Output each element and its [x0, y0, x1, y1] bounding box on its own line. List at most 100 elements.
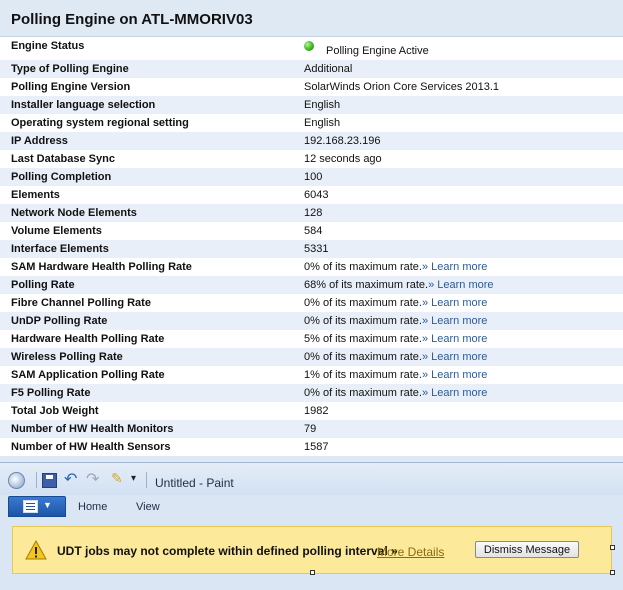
save-icon[interactable] — [42, 473, 57, 488]
resize-handle[interactable] — [610, 570, 615, 575]
row-label: Number of HW Health Sensors — [11, 441, 171, 453]
panel-header: Polling Engine on ATL-MMORIV03 — [0, 0, 623, 37]
engine-details-table: Engine Status Polling Engine Active Type… — [0, 38, 623, 456]
row-value-text: 1587 — [304, 441, 329, 453]
row-label: Last Database Sync — [11, 153, 115, 165]
row-value: 5% of its maximum rate.» Learn more — [304, 333, 487, 345]
table-row: Polling Engine Version SolarWinds Orion C… — [0, 78, 623, 96]
table-row: Type of Polling Engine Additional — [0, 60, 623, 78]
row-label: SAM Hardware Health Polling Rate — [11, 261, 192, 273]
row-value-text: 0% of its maximum rate. — [304, 351, 422, 363]
row-value: Additional — [304, 63, 352, 75]
row-value-text: 128 — [304, 207, 323, 219]
dismiss-message-button[interactable]: Dismiss Message — [475, 541, 579, 558]
row-label: Hardware Health Polling Rate — [11, 333, 165, 345]
row-value: 12 seconds ago — [304, 153, 382, 165]
resize-handle[interactable] — [610, 545, 615, 550]
notification-text: UDT jobs may not complete within defined… — [57, 544, 388, 558]
learn-more-link[interactable]: » Learn more — [422, 387, 487, 399]
row-value-text: 12 seconds ago — [304, 153, 382, 165]
row-label: Wireless Polling Rate — [11, 351, 123, 363]
learn-more-link[interactable]: » Learn more — [428, 279, 493, 291]
redo-icon[interactable]: ↷ — [86, 469, 99, 488]
app-menu-button[interactable]: ▼ — [8, 496, 66, 517]
app-menu-icon — [23, 500, 38, 513]
row-label: Polling Engine Version — [11, 81, 131, 93]
table-row: Engine Status Polling Engine Active — [0, 38, 623, 60]
row-label: Operating system regional setting — [11, 117, 189, 129]
customize-icon[interactable]: ✎ — [111, 470, 123, 486]
table-row: Hardware Health Polling Rate 5% of its ma… — [0, 330, 623, 348]
row-label: Network Node Elements — [11, 207, 137, 219]
row-value-text: 68% of its maximum rate. — [304, 279, 429, 291]
row-value-text: 5% of its maximum rate. — [304, 333, 422, 345]
table-row: IP Address 192.168.23.196 — [0, 132, 623, 150]
learn-more-link[interactable]: » Learn more — [422, 333, 487, 345]
undo-icon[interactable]: ↶ — [64, 469, 77, 488]
learn-more-link[interactable]: » Learn more — [422, 351, 487, 363]
table-row: Wireless Polling Rate 0% of its maximum r… — [0, 348, 623, 366]
tab-home[interactable]: Home — [78, 501, 107, 513]
row-value: 0% of its maximum rate.» Learn more — [304, 315, 487, 327]
row-value-text: 0% of its maximum rate. — [304, 315, 422, 327]
row-value: 6043 — [304, 189, 328, 201]
learn-more-link[interactable]: » Learn more — [422, 297, 487, 309]
learn-more-link[interactable]: » Learn more — [422, 315, 487, 327]
row-value: SolarWinds Orion Core Services 2013.1 — [304, 81, 499, 93]
table-row: Fibre Channel Polling Rate 0% of its maxi… — [0, 294, 623, 312]
paint-titlebar: ↶ ↷ ✎ ▾ Untitled - Paint — [0, 463, 623, 495]
row-value: 79 — [304, 423, 316, 435]
quick-access-dropdown-icon[interactable]: ▾ — [131, 473, 136, 487]
row-value-text: 0% of its maximum rate. — [304, 261, 422, 273]
row-value-text: 584 — [304, 225, 323, 237]
table-row: Elements 6043 — [0, 186, 623, 204]
row-label: Type of Polling Engine — [11, 63, 129, 75]
paint-app-icon[interactable] — [8, 472, 25, 489]
polling-engine-panel: Polling Engine on ATL-MMORIV03 Engine St… — [0, 0, 623, 462]
table-row: Installer language selection English — [0, 96, 623, 114]
tab-view[interactable]: View — [136, 501, 160, 513]
learn-more-link[interactable]: » Learn more — [422, 369, 487, 381]
table-row: Total Job Weight 1982 — [0, 402, 623, 420]
row-value-text: 79 — [304, 423, 317, 435]
row-value: 0% of its maximum rate.» Learn more — [304, 297, 487, 309]
notification-bar: UDT jobs may not complete within defined… — [12, 526, 612, 574]
row-value: 0% of its maximum rate.» Learn more — [304, 387, 487, 399]
row-value: 100 — [304, 171, 322, 183]
row-value: English — [304, 117, 340, 129]
row-value-text: 192.168.23.196 — [304, 135, 381, 147]
notification-message: UDT jobs may not complete within defined… — [57, 544, 398, 558]
learn-more-link[interactable]: » Learn more — [422, 261, 487, 273]
row-label: Fibre Channel Polling Rate — [11, 297, 151, 309]
status-ok-icon — [304, 41, 314, 51]
row-value: 1587 — [304, 441, 328, 453]
more-details-link[interactable]: More Details — [377, 545, 444, 559]
row-value-text: 6043 — [304, 189, 329, 201]
toolbar-separator — [146, 472, 147, 488]
row-value: 0% of its maximum rate.» Learn more — [304, 261, 487, 273]
row-label: Elements — [11, 189, 60, 201]
table-row: Interface Elements 5331 — [0, 240, 623, 258]
row-value-text: 1982 — [304, 405, 329, 417]
chevron-down-icon: ▼ — [43, 500, 52, 510]
table-row: Number of HW Health Sensors 1587 — [0, 438, 623, 456]
table-row: Operating system regional setting English — [0, 114, 623, 132]
row-value: 1982 — [304, 405, 328, 417]
row-label: Total Job Weight — [11, 405, 99, 417]
row-label: Engine Status — [11, 40, 85, 52]
row-label: Installer language selection — [11, 99, 156, 111]
row-value-text: 0% of its maximum rate. — [304, 387, 422, 399]
row-value-text: 0% of its maximum rate. — [304, 297, 422, 309]
row-label: F5 Polling Rate — [11, 387, 91, 399]
row-label: Polling Completion — [11, 171, 112, 183]
table-row: F5 Polling Rate 0% of its maximum rate.» … — [0, 384, 623, 402]
resize-handle[interactable] — [310, 570, 315, 575]
row-value-text: English — [304, 117, 341, 129]
warning-icon — [25, 540, 47, 560]
row-value: 128 — [304, 207, 322, 219]
row-label: IP Address — [11, 135, 68, 147]
row-value-text: English — [304, 99, 341, 111]
engine-status-value: Polling Engine Active — [326, 45, 429, 57]
table-row: Number of HW Health Monitors 79 — [0, 420, 623, 438]
table-row: UnDP Polling Rate 0% of its maximum rate.… — [0, 312, 623, 330]
